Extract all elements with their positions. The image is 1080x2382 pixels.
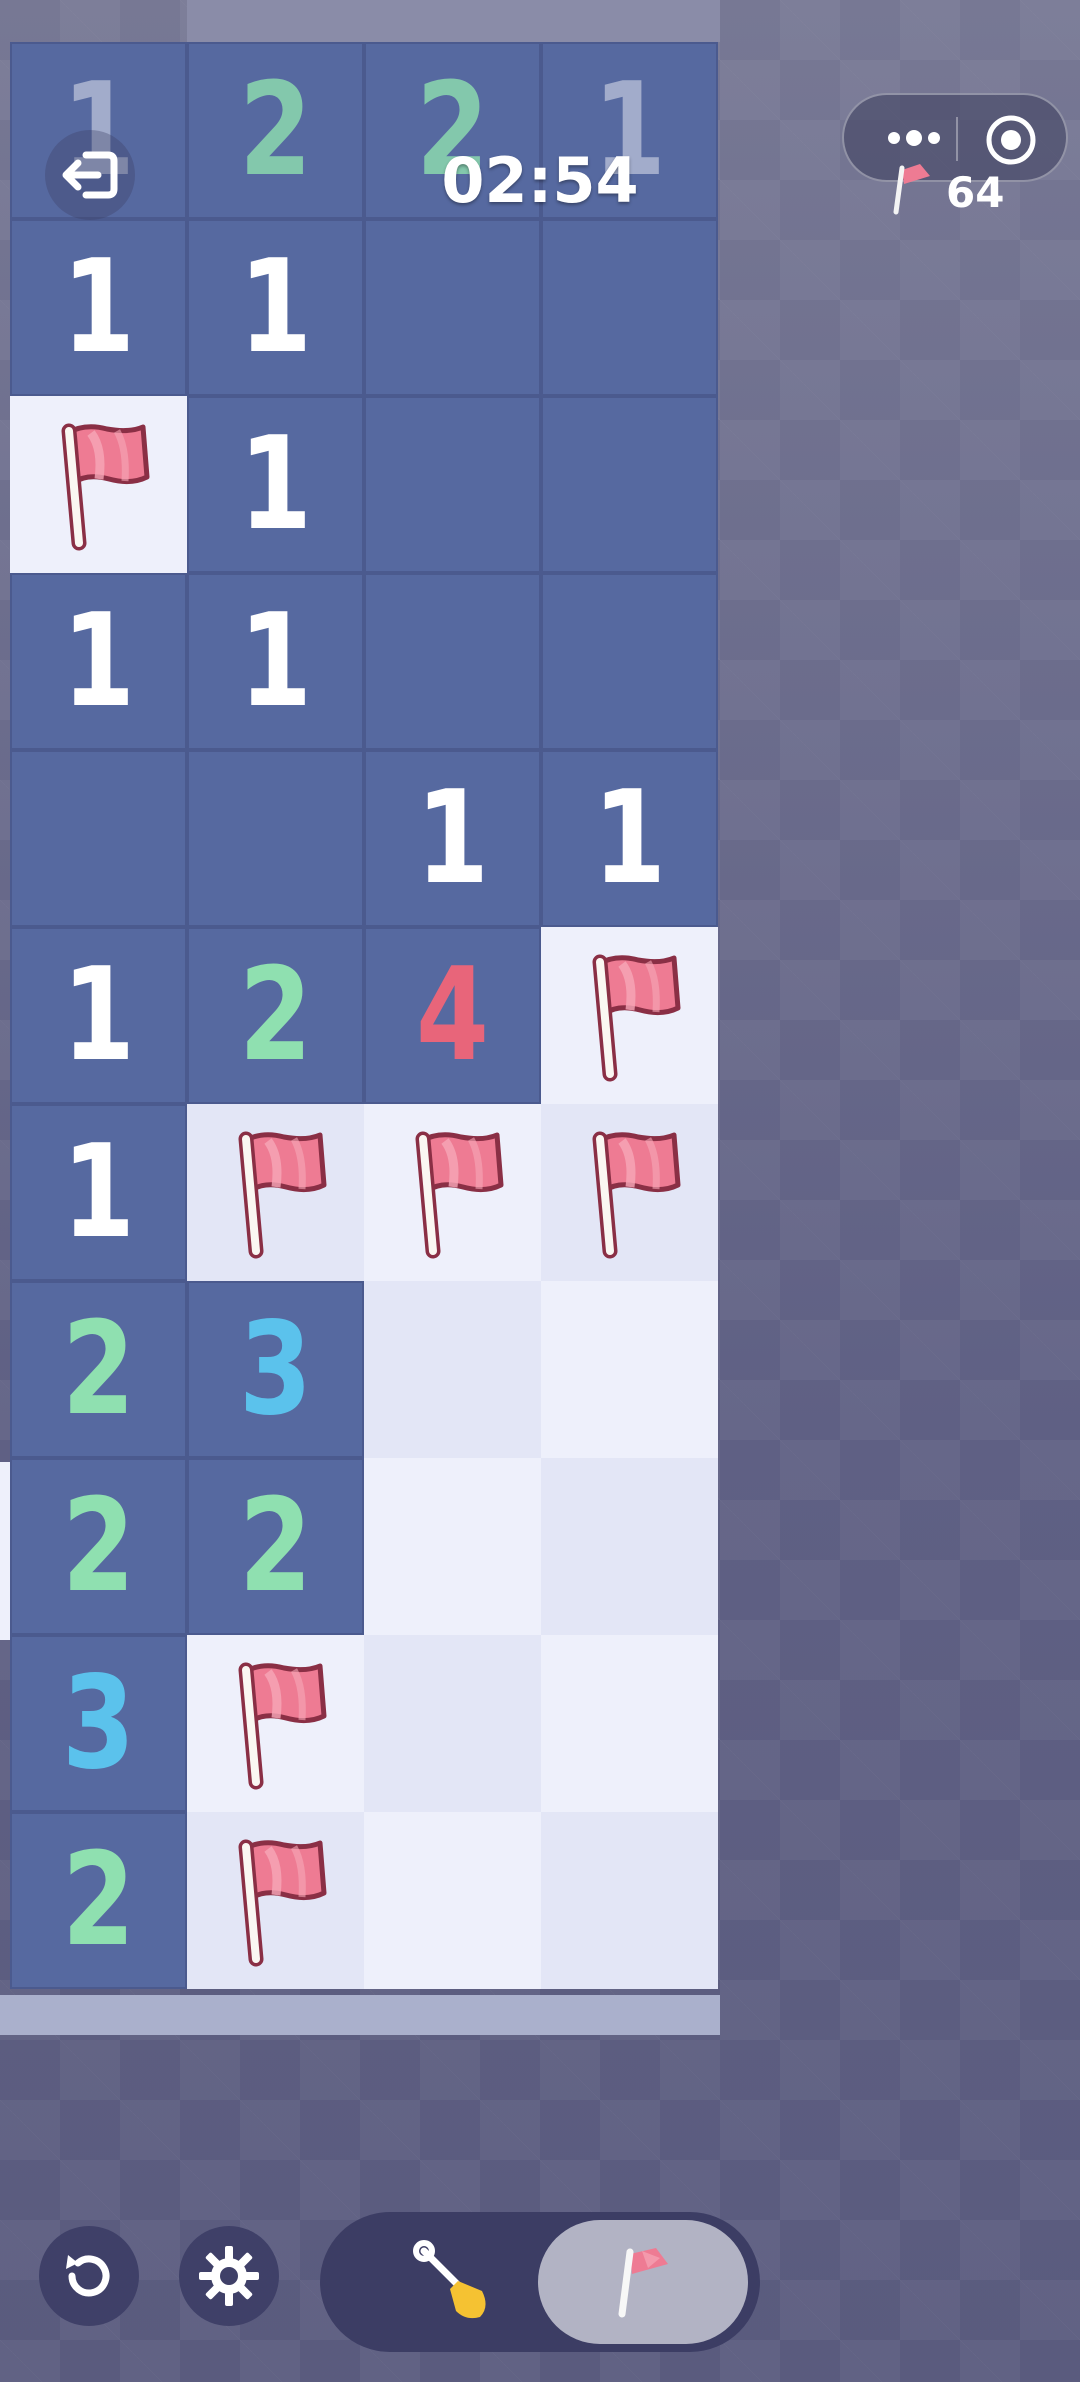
hidden-cell[interactable] bbox=[541, 1281, 718, 1458]
number-cell[interactable]: 2 bbox=[10, 1458, 187, 1635]
number-cell[interactable]: 1 bbox=[364, 750, 541, 927]
flags-remaining: 64 bbox=[946, 168, 1005, 217]
cell-number: 2 bbox=[238, 55, 313, 205]
cell-number: 1 bbox=[238, 232, 313, 382]
close-target-icon[interactable] bbox=[984, 113, 1038, 167]
gear-icon bbox=[199, 2246, 259, 2306]
cell-number: 2 bbox=[238, 940, 313, 1090]
flag-icon bbox=[618, 2248, 668, 2318]
cell-number: 1 bbox=[61, 232, 136, 382]
hidden-cell[interactable] bbox=[541, 1635, 718, 1812]
more-icon bbox=[888, 130, 940, 146]
cell-number: 2 bbox=[61, 1294, 136, 1444]
restart-icon bbox=[66, 2255, 110, 2297]
flag-icon bbox=[415, 1131, 503, 1258]
cell-number: 2 bbox=[238, 1471, 313, 1621]
number-cell[interactable]: 4 bbox=[364, 927, 541, 1104]
board-bottom-edge bbox=[0, 1995, 720, 2035]
empty-cell[interactable] bbox=[364, 573, 541, 750]
cell-number: 1 bbox=[592, 763, 667, 913]
number-cell[interactable]: 1 bbox=[10, 1104, 187, 1281]
flag-icon bbox=[61, 423, 149, 550]
number-cell[interactable]: 2 bbox=[10, 1812, 187, 1989]
number-cell[interactable]: 1 bbox=[187, 219, 364, 396]
flagged-cell[interactable] bbox=[10, 396, 187, 573]
cell-number: 1 bbox=[61, 940, 136, 1090]
empty-cell[interactable] bbox=[541, 573, 718, 750]
number-cell[interactable]: 2 bbox=[187, 1458, 364, 1635]
cell-number: 1 bbox=[238, 586, 313, 736]
flagged-cell[interactable] bbox=[541, 1104, 718, 1281]
number-cell[interactable]: 1 bbox=[10, 219, 187, 396]
number-cell[interactable]: 3 bbox=[187, 1281, 364, 1458]
empty-cell[interactable] bbox=[364, 396, 541, 573]
capsule-divider bbox=[956, 117, 958, 161]
game-board: 122111111111241232232 bbox=[0, 0, 720, 2035]
exit-icon bbox=[62, 151, 118, 199]
cell-number: 3 bbox=[238, 1294, 313, 1444]
flagged-cell[interactable] bbox=[187, 1635, 364, 1812]
flag-icon bbox=[592, 1131, 680, 1258]
empty-cell[interactable] bbox=[364, 219, 541, 396]
number-cell[interactable]: 1 bbox=[10, 573, 187, 750]
flagged-cell[interactable] bbox=[187, 1104, 364, 1281]
number-cell[interactable]: 2 bbox=[187, 42, 364, 219]
hidden-cell[interactable] bbox=[541, 1458, 718, 1635]
cell-number: 2 bbox=[61, 1825, 136, 1975]
number-cell[interactable]: 1 bbox=[187, 396, 364, 573]
flag-icon bbox=[238, 1662, 326, 1789]
game-timer: 02:54 bbox=[441, 144, 639, 217]
cell-number: 1 bbox=[61, 586, 136, 736]
hidden-cell[interactable] bbox=[364, 1812, 541, 1989]
exit-button[interactable] bbox=[45, 130, 135, 220]
hidden-cell[interactable] bbox=[364, 1458, 541, 1635]
flagged-cell[interactable] bbox=[364, 1104, 541, 1281]
flagged-cell[interactable] bbox=[541, 927, 718, 1104]
empty-cell[interactable] bbox=[541, 219, 718, 396]
cell-number: 1 bbox=[61, 1117, 136, 1267]
number-cell[interactable]: 3 bbox=[10, 1635, 187, 1812]
flag-mode-button[interactable] bbox=[538, 2220, 748, 2344]
shovel-icon bbox=[413, 2240, 486, 2319]
empty-cell[interactable] bbox=[10, 750, 187, 927]
tool-switcher bbox=[320, 2212, 760, 2352]
board-top-edge bbox=[187, 0, 720, 42]
dig-mode-button[interactable] bbox=[375, 2230, 535, 2334]
board-left-edge bbox=[0, 1462, 10, 1640]
flagged-cell[interactable] bbox=[187, 1812, 364, 1989]
empty-cell[interactable] bbox=[187, 750, 364, 927]
number-cell[interactable]: 2 bbox=[10, 1281, 187, 1458]
cell-number: 3 bbox=[61, 1648, 136, 1798]
hidden-cell[interactable] bbox=[541, 1812, 718, 1989]
cell-number: 1 bbox=[415, 763, 490, 913]
flag-counter-icon bbox=[893, 164, 930, 215]
flag-counter: 64 bbox=[890, 160, 1010, 220]
settings-button[interactable] bbox=[179, 2226, 279, 2326]
empty-cell[interactable] bbox=[541, 396, 718, 573]
number-cell[interactable]: 1 bbox=[541, 750, 718, 927]
hidden-cell[interactable] bbox=[364, 1281, 541, 1458]
number-cell[interactable]: 2 bbox=[187, 927, 364, 1104]
hidden-cell[interactable] bbox=[364, 1635, 541, 1812]
number-cell[interactable]: 1 bbox=[187, 573, 364, 750]
cell-number: 2 bbox=[61, 1471, 136, 1621]
cell-number: 1 bbox=[238, 409, 313, 559]
number-cell[interactable]: 1 bbox=[10, 927, 187, 1104]
flag-icon bbox=[238, 1839, 326, 1966]
flag-icon bbox=[592, 954, 680, 1081]
flag-icon bbox=[238, 1131, 326, 1258]
more-menu-button[interactable] bbox=[874, 113, 954, 163]
restart-button[interactable] bbox=[39, 2226, 139, 2326]
cell-number: 4 bbox=[415, 940, 490, 1090]
